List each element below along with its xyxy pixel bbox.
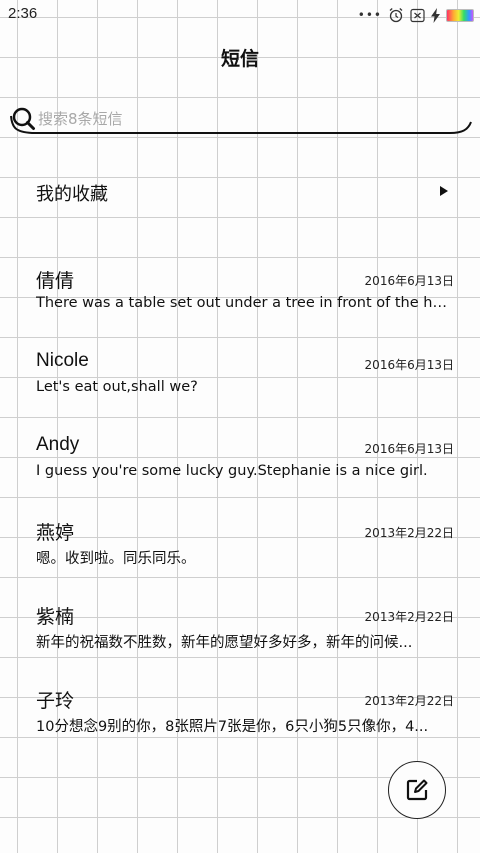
message-date: 2016年6月13日 xyxy=(364,274,454,288)
conversation-item[interactable]: 倩倩 2016年6月13日 There was a table set out … xyxy=(36,252,454,322)
message-date: 2016年6月13日 xyxy=(364,358,454,372)
charging-icon xyxy=(431,7,440,23)
conversation-item[interactable]: 燕婷 2013年2月22日 嗯。收到啦。同乐同乐。 xyxy=(36,504,454,574)
battery-icon xyxy=(446,8,474,22)
conversation-item[interactable]: 紫楠 2013年2月22日 新年的祝福数不胜数，新年的愿望好多好多，新年的问候.… xyxy=(36,588,454,658)
notification-dots: ••• xyxy=(357,8,382,22)
message-preview: I guess you're some lucky guy.Stephanie … xyxy=(36,463,428,479)
contact-name: 倩倩 xyxy=(36,271,75,292)
contact-name: 紫楠 xyxy=(36,607,75,628)
message-preview: Let's eat out,shall we? xyxy=(36,379,198,395)
message-date: 2013年2月22日 xyxy=(364,694,454,708)
conversation-item[interactable]: 子玲 2013年2月22日 10分想念9别的你，8张照片7张是你，6只小狗5只像… xyxy=(36,672,454,742)
compose-icon xyxy=(406,779,428,801)
search-icon xyxy=(12,107,35,130)
message-preview: 10分想念9别的你，8张照片7张是你，6只小狗5只像你，4... xyxy=(36,719,429,735)
contact-name: Nicole xyxy=(36,350,89,371)
status-bar: 2:36 ••• xyxy=(0,0,480,30)
close-box-icon xyxy=(410,8,425,22)
alarm-icon xyxy=(389,8,403,23)
message-preview: 新年的祝福数不胜数，新年的愿望好多好多，新年的问候... xyxy=(36,635,413,651)
status-icons: ••• xyxy=(358,7,474,23)
message-date: 2016年6月13日 xyxy=(364,442,454,456)
message-preview: There was a table set out under a tree i… xyxy=(36,295,454,311)
favorites-row[interactable]: 我的收藏 xyxy=(36,176,450,210)
chevron-right-icon xyxy=(440,186,448,196)
message-preview: 嗯。收到啦。同乐同乐。 xyxy=(36,551,196,567)
conversation-item[interactable]: Nicole 2016年6月13日 Let's eat out,shall we… xyxy=(36,336,454,406)
search-bar[interactable] xyxy=(10,104,472,140)
contact-name: 子玲 xyxy=(36,691,75,712)
compose-button[interactable] xyxy=(388,761,446,819)
message-date: 2013年2月22日 xyxy=(364,526,454,540)
contact-name: Andy xyxy=(36,434,80,455)
search-input[interactable] xyxy=(36,107,438,131)
page-title: 短信 xyxy=(220,48,259,70)
status-time: 2:36 xyxy=(8,5,38,22)
conversation-item[interactable]: Andy 2016年6月13日 I guess you're some luck… xyxy=(36,420,454,490)
favorites-label: 我的收藏 xyxy=(36,184,108,205)
message-date: 2013年2月22日 xyxy=(364,610,454,624)
contact-name: 燕婷 xyxy=(36,523,75,544)
